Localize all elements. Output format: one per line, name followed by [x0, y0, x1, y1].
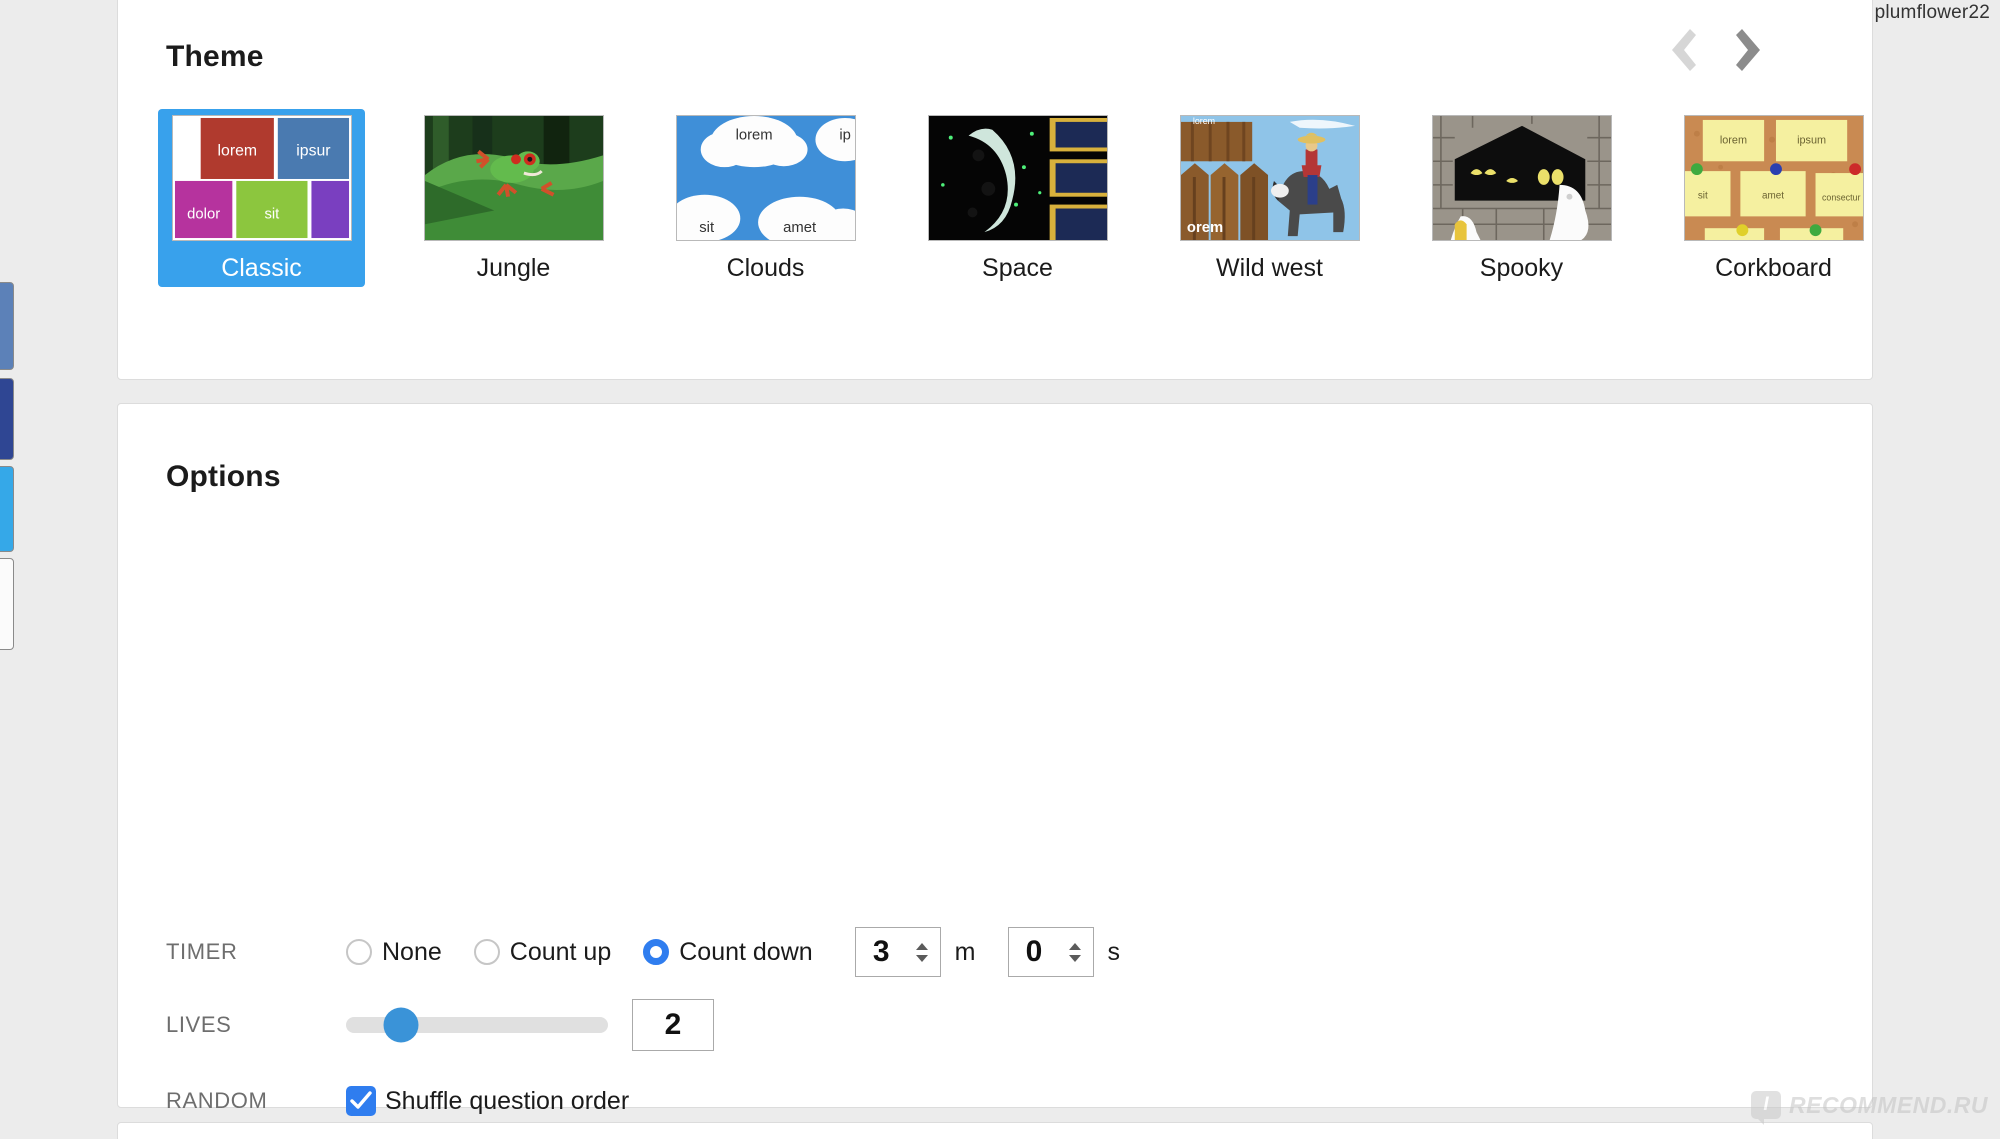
- theme-label: Corkboard: [1715, 254, 1832, 282]
- svg-text:orem: orem: [1186, 220, 1222, 236]
- timer-minutes-unit: m: [954, 937, 976, 966]
- chevron-left-icon[interactable]: [1660, 23, 1702, 77]
- theme-label: Wild west: [1216, 254, 1323, 282]
- svg-text:lorem: lorem: [1192, 116, 1214, 126]
- theme-label: Spooky: [1479, 254, 1564, 282]
- edge-tab-1[interactable]: [0, 282, 14, 370]
- edge-tab-3[interactable]: [0, 466, 14, 552]
- timer-minutes-spinner[interactable]: 3: [854, 927, 941, 977]
- svg-text:lorem: lorem: [1719, 135, 1746, 147]
- lives-value-field[interactable]: 2: [632, 999, 714, 1051]
- watermark-text: RECOMMEND.RU: [1789, 1091, 1988, 1118]
- lives-slider-handle[interactable]: [383, 1007, 419, 1043]
- svg-text:sit: sit: [264, 206, 279, 222]
- edge-tab-2[interactable]: [0, 378, 14, 460]
- theme-item-jungle[interactable]: Jungle: [410, 109, 617, 287]
- svg-text:ipsur: ipsur: [296, 142, 330, 159]
- theme-list: lorem ipsur dolor sit Classic Jungle lor…: [158, 109, 1868, 287]
- irecommend-watermark: I RECOMMEND.RU: [1751, 1091, 1988, 1125]
- random-label: RANDOM: [166, 1088, 268, 1113]
- shuffle-question-order-checkbox[interactable]: Shuffle question order: [346, 1086, 629, 1116]
- theme-nav-arrows: [1660, 23, 1772, 77]
- svg-text:amet: amet: [1762, 191, 1784, 202]
- timer-minutes-value: 3: [872, 935, 890, 968]
- theme-label: Clouds: [726, 254, 805, 282]
- username-label: plumflower22: [1874, 2, 1990, 23]
- timer-radio-count-up-label: Count up: [509, 937, 612, 966]
- theme-thumbnail-corkboard: lorem ipsum sit amet consectur: [1683, 115, 1864, 241]
- theme-label: Space: [982, 254, 1053, 282]
- theme-item-classic[interactable]: lorem ipsur dolor sit Classic: [158, 109, 365, 287]
- theme-thumbnail-space: [927, 115, 1108, 241]
- edge-tab-4[interactable]: [0, 558, 14, 650]
- checkmark-icon: [346, 1086, 376, 1116]
- theme-label: Jungle: [476, 254, 551, 282]
- theme-thumbnail-jungle: [423, 115, 604, 241]
- svg-text:consectur: consectur: [1821, 193, 1860, 203]
- timer-label: TIMER: [166, 939, 238, 964]
- spinner-arrows-icon[interactable]: [911, 933, 933, 971]
- option-row-lives: LIVES 2: [118, 999, 1872, 1051]
- bottom-partial-panel: [117, 1122, 1873, 1139]
- timer-seconds-group: 0 s: [1007, 927, 1121, 977]
- svg-text:lorem: lorem: [735, 128, 772, 144]
- theme-label: Classic: [221, 254, 302, 282]
- svg-text:dolor: dolor: [187, 206, 220, 222]
- option-row-random: RANDOM Shuffle question order: [118, 1081, 1872, 1121]
- svg-text:amet: amet: [783, 220, 816, 236]
- timer-radio-none[interactable]: None: [346, 938, 442, 967]
- spinner-arrows-icon[interactable]: [1064, 933, 1086, 971]
- options-panel: Options TIMER None Count up Count down 3…: [117, 403, 1873, 1116]
- svg-text:ipsum: ipsum: [1797, 135, 1826, 147]
- theme-panel-title: Theme: [166, 40, 264, 73]
- svg-text:lorem: lorem: [217, 142, 257, 159]
- svg-text:sit: sit: [699, 220, 714, 236]
- shuffle-question-order-label: Shuffle question order: [385, 1086, 630, 1115]
- theme-item-corkboard[interactable]: lorem ipsum sit amet consectur Corkboard: [1670, 109, 1868, 287]
- svg-text:sit: sit: [1697, 191, 1707, 202]
- theme-item-space[interactable]: Space: [914, 109, 1121, 287]
- theme-thumbnail-wildwest: lorem orem: [1179, 115, 1360, 241]
- radio-circle-selected-icon: [643, 939, 670, 965]
- theme-item-clouds[interactable]: lorem ip sit amet Clouds: [662, 109, 869, 287]
- timer-radio-count-up[interactable]: Count up: [473, 937, 612, 967]
- lives-slider[interactable]: [346, 1007, 608, 1043]
- watermark-badge-icon: I: [1751, 1091, 1782, 1125]
- options-panel-title: Options: [166, 460, 281, 493]
- lives-label: LIVES: [166, 1012, 232, 1037]
- timer-radio-group: None Count up Count down: [346, 938, 845, 967]
- svg-text:ip: ip: [839, 128, 851, 144]
- timer-seconds-unit: s: [1107, 937, 1121, 966]
- radio-circle-icon: [473, 939, 500, 965]
- theme-thumbnail-spooky: [1431, 115, 1612, 241]
- timer-seconds-spinner[interactable]: 0: [1007, 927, 1094, 977]
- timer-minutes-group: 3 m: [854, 927, 976, 977]
- radio-circle-icon: [346, 939, 372, 965]
- theme-panel: Theme lorem ipsur dolor sit Classic Jung…: [117, 0, 1873, 380]
- theme-item-wildwest[interactable]: lorem orem Wild west: [1166, 109, 1373, 287]
- timer-radio-none-label: None: [382, 937, 442, 966]
- theme-item-spooky[interactable]: Spooky: [1418, 109, 1625, 287]
- timer-seconds-value: 0: [1025, 935, 1043, 968]
- timer-radio-count-down-label: Count down: [679, 937, 813, 966]
- timer-radio-count-down[interactable]: Count down: [643, 937, 813, 967]
- theme-thumbnail-classic: lorem ipsur dolor sit: [171, 115, 352, 241]
- option-row-timer: TIMER None Count up Count down 3 m 0 s: [118, 927, 1872, 977]
- theme-thumbnail-clouds: lorem ip sit amet: [675, 115, 856, 241]
- chevron-right-icon[interactable]: [1730, 23, 1772, 77]
